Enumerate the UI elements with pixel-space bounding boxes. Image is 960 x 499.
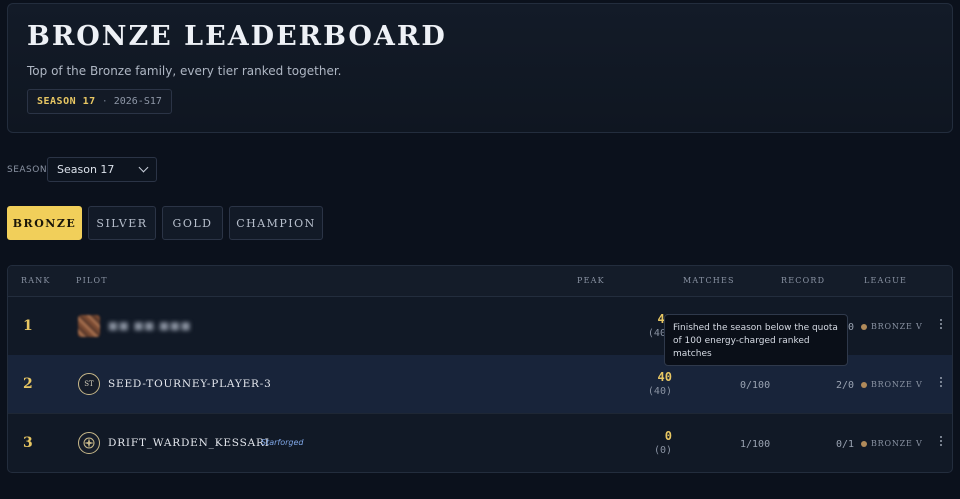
avatar	[78, 432, 100, 454]
league-label: BRONZE V	[871, 380, 923, 389]
tab-gold[interactable]: GOLD	[162, 206, 223, 240]
table-header: RANK PILOT PEAK MATCHES RECORD LEAGUE	[8, 266, 952, 297]
bronze-dot-icon	[861, 381, 867, 388]
season-select-value: Season 17	[57, 163, 115, 176]
league-cell: BRONZE V	[861, 380, 923, 389]
record-cell: 0/1	[835, 439, 854, 450]
chevron-down-icon	[138, 162, 149, 173]
column-header-record: RECORD	[781, 276, 826, 285]
peak-sub-value: (0)	[653, 445, 672, 456]
season-select[interactable]: Season 17	[47, 157, 157, 182]
rank-cell: 1	[23, 318, 33, 334]
peak-cell: 0 (0)	[654, 429, 672, 456]
record-cell: 0	[847, 322, 854, 333]
leaderboard-header: BRONZE LEADERBOARD Top of the Bronze fam…	[7, 3, 953, 133]
season-pill: SEASON 17 · 2026-S17	[27, 89, 172, 114]
matches-cell[interactable]: 0/100	[740, 380, 770, 391]
tab-bronze[interactable]: BRONZE	[7, 206, 82, 240]
column-header-pilot: PILOT	[76, 276, 108, 285]
pilot-name[interactable]: DRIFT_WARDEN_KESSARI	[108, 437, 270, 449]
bronze-dot-icon	[861, 440, 867, 447]
matches-cell[interactable]: 1/100	[740, 439, 770, 450]
pilot-name[interactable]: SEED-TOURNEY-PLAYER-3	[108, 378, 272, 390]
column-header-rank: RANK	[21, 276, 51, 285]
league-label: BRONZE V	[871, 439, 923, 448]
rank-cell: 3	[23, 435, 33, 451]
season-pill-separator: ·	[101, 96, 108, 107]
league-cell: BRONZE V	[861, 439, 923, 448]
leaderboard-table: RANK PILOT PEAK MATCHES RECORD LEAGUE 1 …	[7, 265, 953, 473]
column-header-peak: PEAK	[577, 276, 605, 285]
season-filter-label: SEASON	[7, 165, 48, 175]
record-cell: 2/0	[835, 380, 854, 391]
page-subtitle: Top of the Bronze family, every tier ran…	[27, 64, 342, 78]
season-pill-code: 2026-S17	[113, 96, 162, 107]
season-pill-name: SEASON 17	[37, 96, 96, 107]
column-header-matches: MATCHES	[683, 276, 735, 285]
emblem-icon	[83, 437, 95, 449]
bronze-dot-icon	[861, 323, 867, 330]
peak-value: 0	[664, 429, 672, 443]
more-options-icon[interactable]	[940, 436, 942, 446]
avatar	[78, 315, 100, 337]
rank-cell: 2	[23, 376, 33, 392]
page-title: BRONZE LEADERBOARD	[27, 21, 447, 52]
peak-cell: 40 (40)	[648, 370, 672, 397]
tab-champion[interactable]: CHAMPION	[229, 206, 323, 240]
league-cell: BRONZE V	[861, 322, 923, 331]
peak-value: 40	[657, 370, 672, 384]
peak-sub-value: (40)	[647, 386, 672, 397]
more-options-icon[interactable]	[940, 319, 942, 329]
column-header-league: LEAGUE	[864, 276, 908, 285]
matches-tooltip: Finished the season below the quota of 1…	[664, 314, 848, 366]
tab-silver[interactable]: SILVER	[88, 206, 156, 240]
pilot-name[interactable]: ■■ ■■.■■■	[108, 320, 191, 332]
league-label: BRONZE V	[871, 322, 923, 331]
starforged-badge: Starforged	[261, 438, 304, 447]
more-options-icon[interactable]	[940, 377, 942, 387]
avatar: ST	[78, 373, 100, 395]
table-row[interactable]: 3 DRIFT_WARDEN_KESSARI Starforged 0 (0) …	[8, 414, 952, 472]
